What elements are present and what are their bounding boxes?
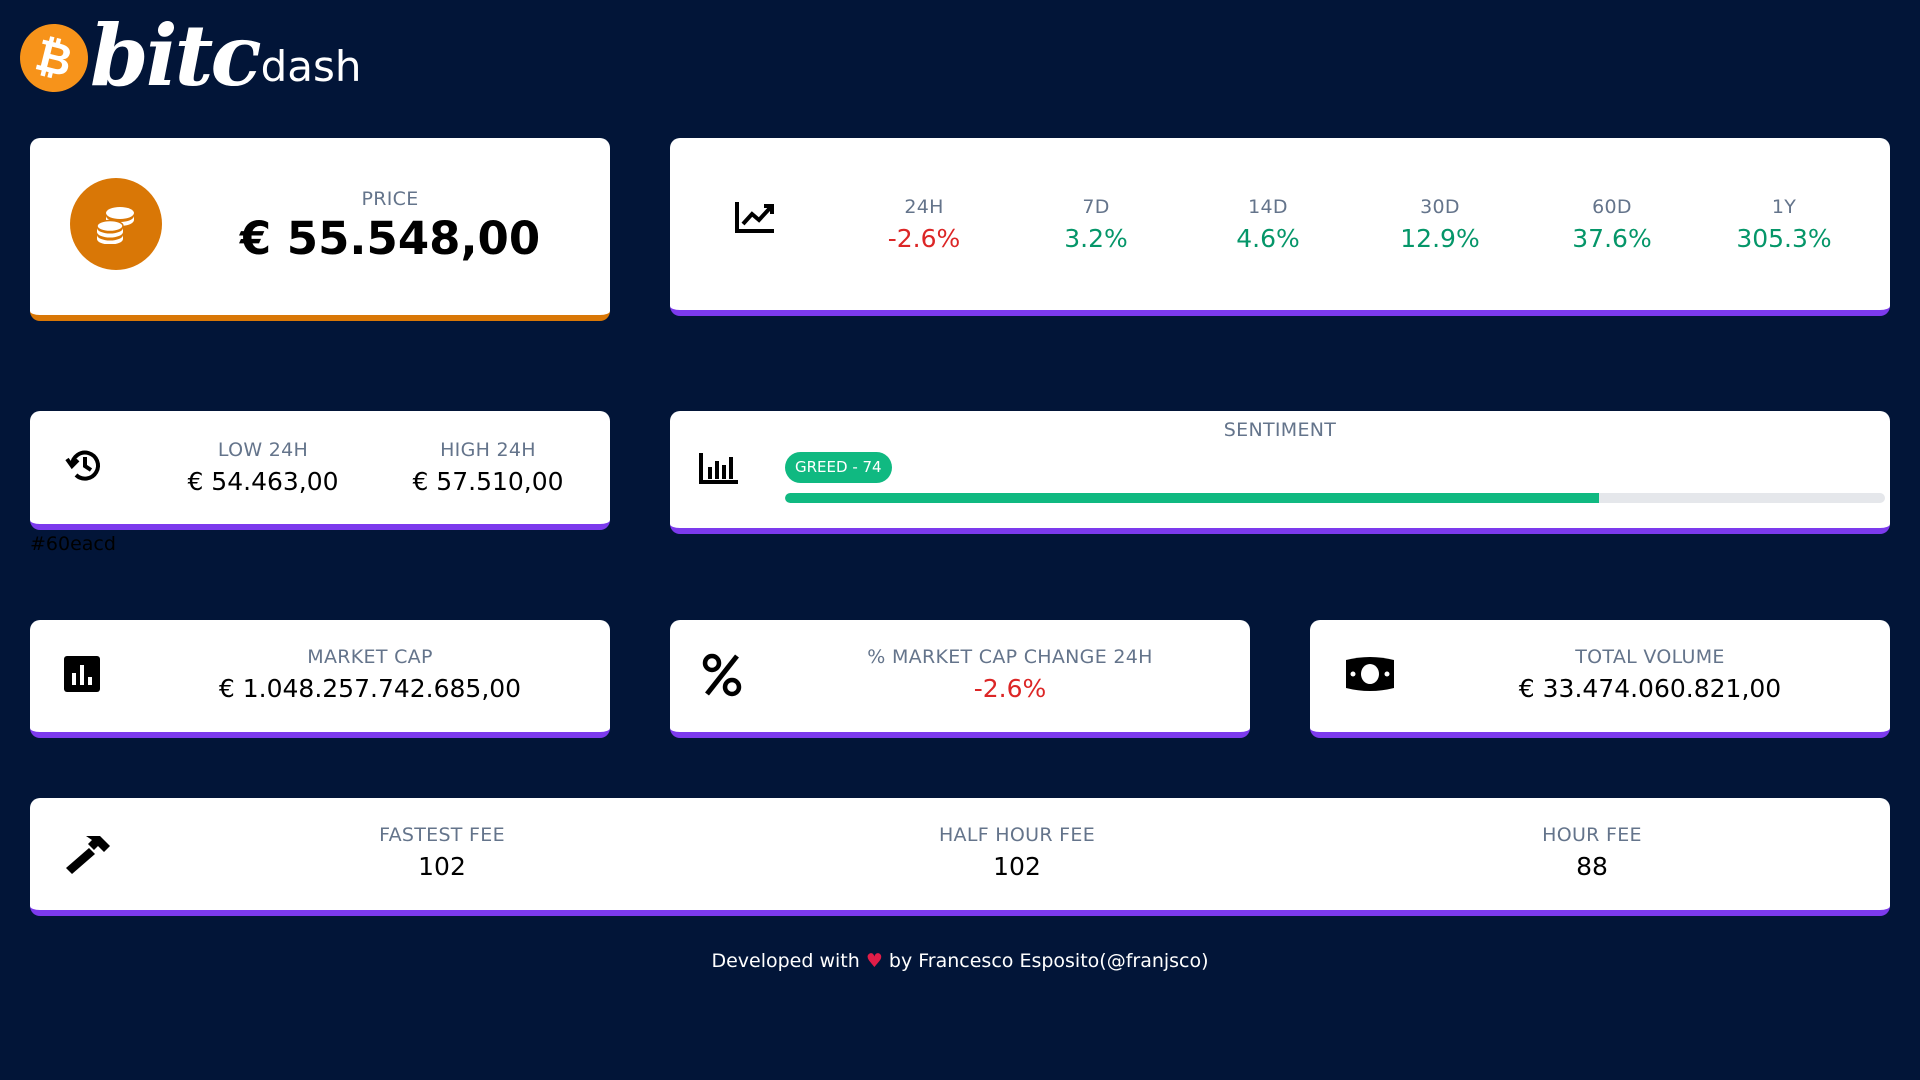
author-link[interactable]: by Francesco Esposito(@franjsco) — [889, 950, 1209, 972]
sentiment-progress-fill — [785, 493, 1599, 503]
change-60d: 60D 37.6% — [1526, 196, 1698, 253]
price-change-card: 24H -2.6% 7D 3.2% 14D 4.6% 30D 12.9% 60D… — [670, 138, 1890, 316]
bitcoin-logo-icon: ₿ — [12, 16, 96, 100]
footer: Developed with ♥ by Francesco Esposito(@… — [0, 950, 1920, 972]
price-value: € 55.548,00 — [239, 212, 541, 265]
fee-value: 102 — [418, 852, 466, 881]
change-30d: 30D 12.9% — [1354, 196, 1526, 253]
fee-label: HOUR FEE — [1542, 824, 1642, 846]
market-cap-change-card: % MARKET CAP CHANGE 24H -2.6% — [670, 620, 1250, 738]
logo-text-main: bitc — [90, 6, 262, 105]
low-24h: LOW 24H € 54.463,00 — [153, 439, 373, 496]
change-value: -2.6% — [887, 224, 961, 253]
hour-fee: HOUR FEE 88 — [1442, 824, 1742, 881]
market-cap-card: MARKET CAP € 1.048.257.742.685,00 — [30, 620, 610, 738]
logo-text-sub: dash — [260, 42, 362, 91]
sentiment-badge: GREED - 74 — [785, 452, 892, 483]
fee-label: HALF HOUR FEE — [938, 824, 1096, 846]
bar-chart-icon — [698, 451, 740, 489]
change-value: 3.2% — [1064, 224, 1128, 253]
sentiment-progress-track — [785, 493, 1885, 503]
change-label: 1Y — [1771, 196, 1797, 218]
money-bill-icon — [1344, 656, 1396, 696]
change-label: 30D — [1420, 196, 1460, 218]
debug-hex-text: #60eacd — [30, 533, 116, 555]
fee-value: 102 — [993, 852, 1041, 881]
change-1y: 1Y 305.3% — [1698, 196, 1870, 253]
sentiment-title: SENTIMENT — [1223, 419, 1337, 441]
footer-prefix: Developed with — [711, 950, 860, 972]
fee-value: 88 — [1576, 852, 1608, 881]
price-card: PRICE € 55.548,00 — [30, 138, 610, 321]
total-volume-label: TOTAL VOLUME — [1575, 646, 1725, 668]
total-volume-value: € 33.474.060.821,00 — [1518, 674, 1782, 703]
chart-line-icon — [734, 200, 776, 238]
change-label: 24H — [904, 196, 944, 218]
heart-icon: ♥ — [865, 950, 883, 972]
high-value: € 57.510,00 — [412, 467, 564, 496]
change-7d: 7D 3.2% — [1010, 196, 1182, 253]
chart-square-icon — [64, 656, 100, 696]
half-hour-fee: HALF HOUR FEE 102 — [867, 824, 1167, 881]
app-logo[interactable]: ₿ bitc dash — [12, 6, 362, 105]
change-14d: 14D 4.6% — [1182, 196, 1354, 253]
change-value: 12.9% — [1400, 224, 1480, 253]
coins-icon — [70, 178, 162, 270]
percent-icon — [702, 653, 742, 701]
history-icon — [64, 445, 104, 489]
market-cap-change-label: % MARKET CAP CHANGE 24H — [867, 646, 1153, 668]
change-value: 37.6% — [1572, 224, 1652, 253]
range-24h-card: LOW 24H € 54.463,00 HIGH 24H € 57.510,00 — [30, 411, 610, 530]
change-value: 305.3% — [1736, 224, 1832, 253]
high-24h: HIGH 24H € 57.510,00 — [378, 439, 598, 496]
market-cap-label: MARKET CAP — [307, 646, 433, 668]
fee-label: FASTEST FEE — [379, 824, 505, 846]
market-cap-change-value: -2.6% — [973, 674, 1047, 703]
change-value: 4.6% — [1236, 224, 1300, 253]
change-label: 14D — [1248, 196, 1288, 218]
change-24h: 24H -2.6% — [838, 196, 1010, 253]
price-label: PRICE — [361, 188, 419, 210]
hammer-icon — [64, 832, 112, 880]
high-label: HIGH 24H — [440, 439, 536, 461]
fastest-fee: FASTEST FEE 102 — [292, 824, 592, 881]
total-volume-card: TOTAL VOLUME € 33.474.060.821,00 — [1310, 620, 1890, 738]
change-label: 60D — [1592, 196, 1632, 218]
low-value: € 54.463,00 — [187, 467, 339, 496]
fees-card: FASTEST FEE 102 HALF HOUR FEE 102 HOUR F… — [30, 798, 1890, 916]
sentiment-card: SENTIMENT GREED - 74 — [670, 411, 1890, 534]
change-label: 7D — [1082, 196, 1110, 218]
low-label: LOW 24H — [217, 439, 309, 461]
market-cap-value: € 1.048.257.742.685,00 — [218, 674, 522, 703]
